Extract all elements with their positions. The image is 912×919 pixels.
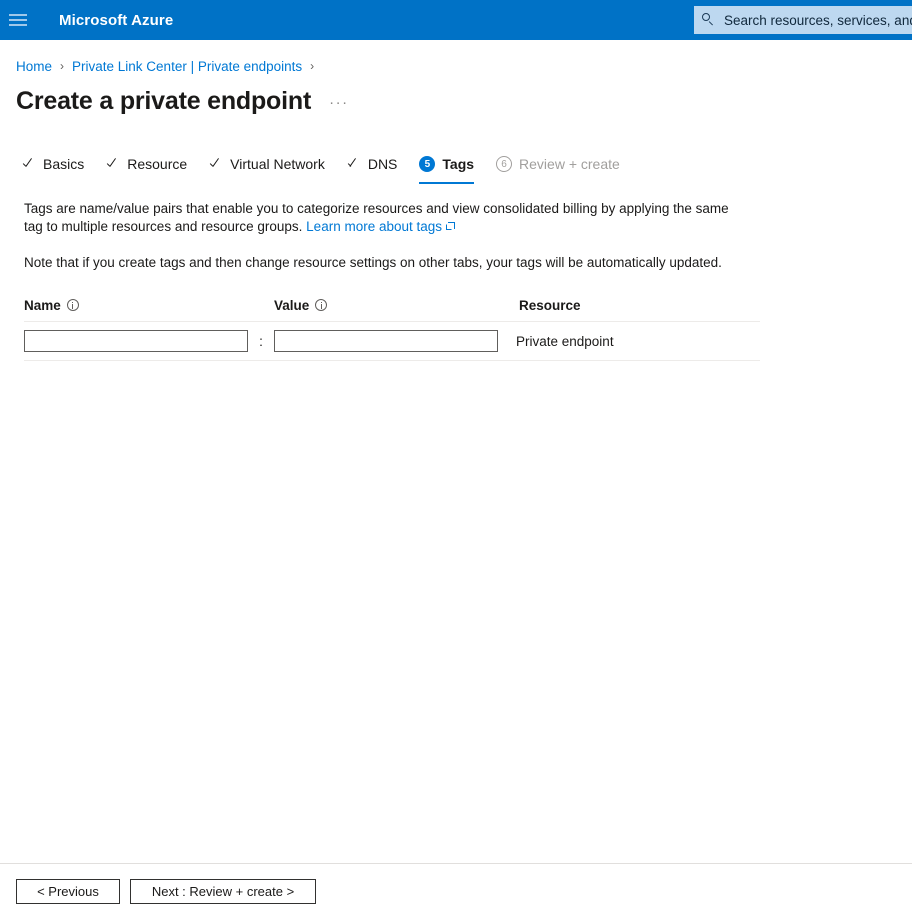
check-icon — [22, 157, 36, 171]
hamburger-icon[interactable] — [9, 0, 29, 40]
tab-resource[interactable]: Resource — [106, 150, 187, 180]
tab-label-virtual-network: Virtual Network — [230, 156, 325, 172]
tab-basics[interactable]: Basics — [22, 150, 84, 180]
table-row: : Private endpoint — [24, 322, 760, 361]
learn-more-about-tags-link[interactable]: Learn more about tags — [306, 219, 442, 234]
info-icon-name[interactable] — [66, 299, 79, 311]
tag-value-input[interactable] — [274, 330, 498, 352]
breadcrumb-separator-icon-2: › — [310, 59, 315, 73]
breadcrumb-separator-icon: › — [60, 59, 65, 73]
info-icon-value[interactable] — [315, 299, 328, 311]
column-header-name-label: Name — [24, 297, 61, 313]
more-options-icon[interactable]: ··· — [329, 94, 349, 111]
wizard-tabs: Basics Resource Virtual Network DNS 5 Ta… — [22, 150, 912, 184]
tab-label-tags: Tags — [442, 156, 475, 172]
column-header-resource-label: Resource — [519, 297, 581, 313]
global-search-box[interactable]: Search resources, services, and d — [694, 6, 912, 34]
page-title-row: Create a private endpoint ··· — [16, 85, 912, 117]
tags-table: Name Value Resource : Private endpoint — [24, 294, 760, 361]
wizard-footer: < Previous Next : Review + create > — [0, 863, 912, 919]
check-icon — [347, 157, 361, 171]
external-link-icon — [446, 221, 456, 231]
tab-dns[interactable]: DNS — [347, 150, 398, 180]
tags-table-header-row: Name Value Resource — [24, 294, 760, 322]
breadcrumb: Home › Private Link Center | Private end… — [16, 57, 912, 75]
tags-note-text: Note that if you create tags and then ch… — [24, 255, 722, 270]
step-number-badge-pending: 6 — [496, 156, 513, 172]
breadcrumb-item-home[interactable]: Home — [16, 59, 52, 74]
tag-resource-label: Private endpoint — [516, 333, 614, 349]
page-title: Create a private endpoint — [16, 86, 312, 115]
check-icon — [209, 157, 223, 171]
tags-description: Tags are name/value pairs that enable yo… — [24, 200, 749, 235]
tab-review-create[interactable]: 6 Review + create — [496, 150, 620, 180]
azure-top-bar: Microsoft Azure Search resources, servic… — [0, 0, 912, 40]
column-header-value: Value — [274, 298, 519, 313]
azure-brand-label[interactable]: Microsoft Azure — [59, 12, 173, 29]
tab-tags[interactable]: 5 Tags — [419, 150, 475, 184]
next-review-create-button[interactable]: Next : Review + create > — [130, 879, 316, 904]
search-icon — [702, 13, 716, 27]
column-header-resource: Resource — [519, 298, 581, 313]
tab-label-dns: DNS — [367, 156, 398, 172]
tab-label-review-create: Review + create — [519, 156, 620, 172]
tag-name-input[interactable] — [24, 330, 248, 352]
column-header-value-label: Value — [274, 297, 310, 313]
tag-pair-separator: : — [259, 333, 263, 349]
step-number-badge: 5 — [419, 156, 436, 172]
check-icon — [106, 157, 120, 171]
column-header-name: Name — [24, 298, 274, 313]
search-input-placeholder[interactable]: Search resources, services, and d — [724, 13, 912, 28]
active-tab-underline — [419, 181, 475, 184]
previous-button[interactable]: < Previous — [16, 879, 120, 904]
breadcrumb-item-private-link-center[interactable]: Private Link Center | Private endpoints — [72, 59, 302, 74]
tab-virtual-network[interactable]: Virtual Network — [209, 150, 325, 180]
tab-label-resource: Resource — [127, 156, 188, 172]
tab-label-basics: Basics — [43, 156, 85, 172]
